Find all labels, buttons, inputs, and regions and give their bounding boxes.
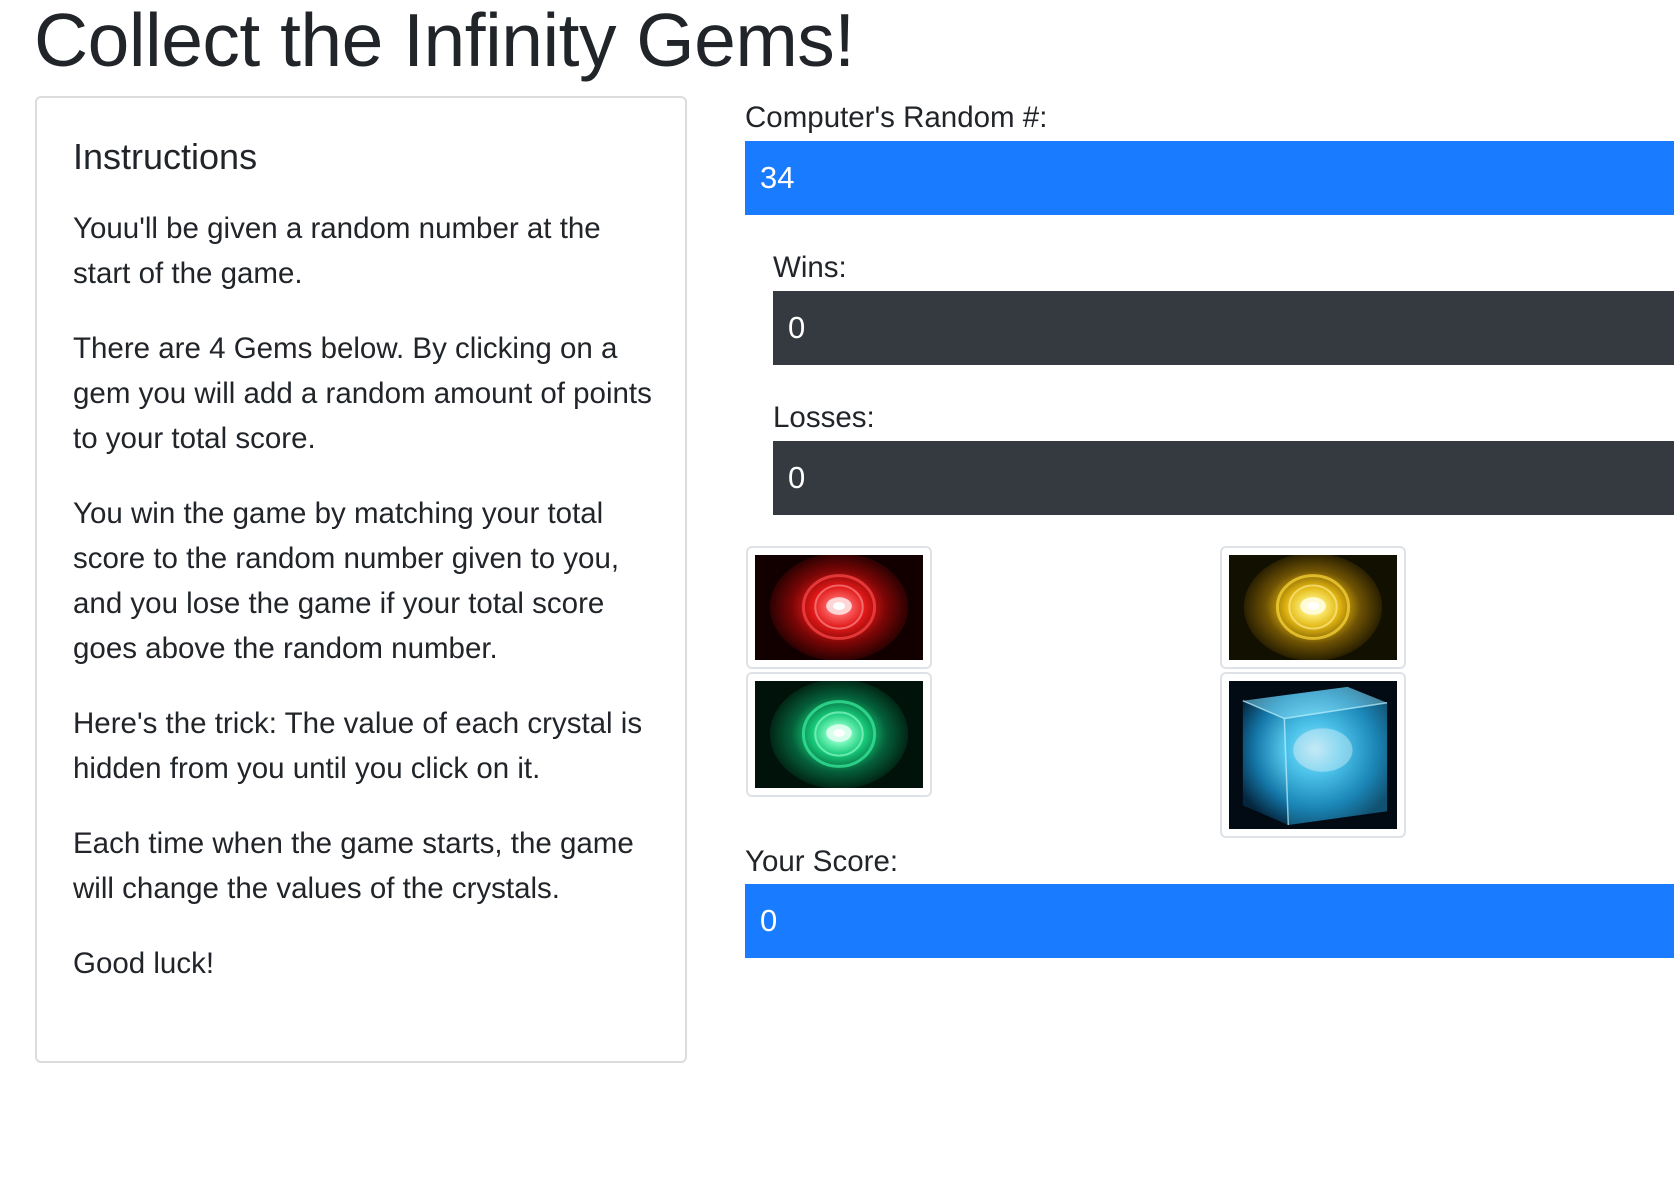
green-gem-button[interactable] bbox=[746, 672, 932, 797]
score-display: 0 bbox=[745, 884, 1674, 958]
instructions-paragraph: There are 4 Gems below. By clicking on a… bbox=[73, 332, 652, 455]
red-infinity-stone-icon bbox=[755, 555, 923, 660]
losses-display: 0 bbox=[773, 441, 1674, 515]
green-infinity-stone-icon bbox=[755, 681, 923, 788]
random-number-label: Computer's Random #: bbox=[745, 101, 1048, 134]
wins-label: Wins: bbox=[773, 251, 847, 284]
score-label: Your Score: bbox=[745, 845, 899, 878]
instructions-paragraph: Youu'll be given a random number at the … bbox=[73, 212, 601, 290]
wins-display: 0 bbox=[773, 291, 1674, 365]
instructions-card: Instructions Youu'll be given a random n… bbox=[35, 96, 687, 1063]
yellow-gem-button[interactable] bbox=[1220, 546, 1406, 669]
red-gem-button[interactable] bbox=[746, 546, 932, 669]
instructions-body: Youu'll be given a random number at the … bbox=[73, 206, 657, 1016]
losses-label: Losses: bbox=[773, 401, 875, 434]
random-number-display: 34 bbox=[745, 141, 1674, 215]
instructions-paragraph: Here's the trick: The value of each crys… bbox=[73, 707, 643, 785]
instructions-paragraph: Good luck! bbox=[73, 947, 215, 980]
instructions-paragraph: You win the game by matching your total … bbox=[73, 497, 620, 665]
instructions-paragraph: Each time when the game starts, the game… bbox=[73, 827, 634, 905]
instructions-heading: Instructions bbox=[73, 136, 258, 177]
tesseract-cube-icon bbox=[1229, 681, 1397, 829]
page-title: Collect the Infinity Gems! bbox=[34, 0, 855, 82]
yellow-infinity-stone-icon bbox=[1229, 555, 1397, 660]
blue-gem-button[interactable] bbox=[1220, 672, 1406, 838]
